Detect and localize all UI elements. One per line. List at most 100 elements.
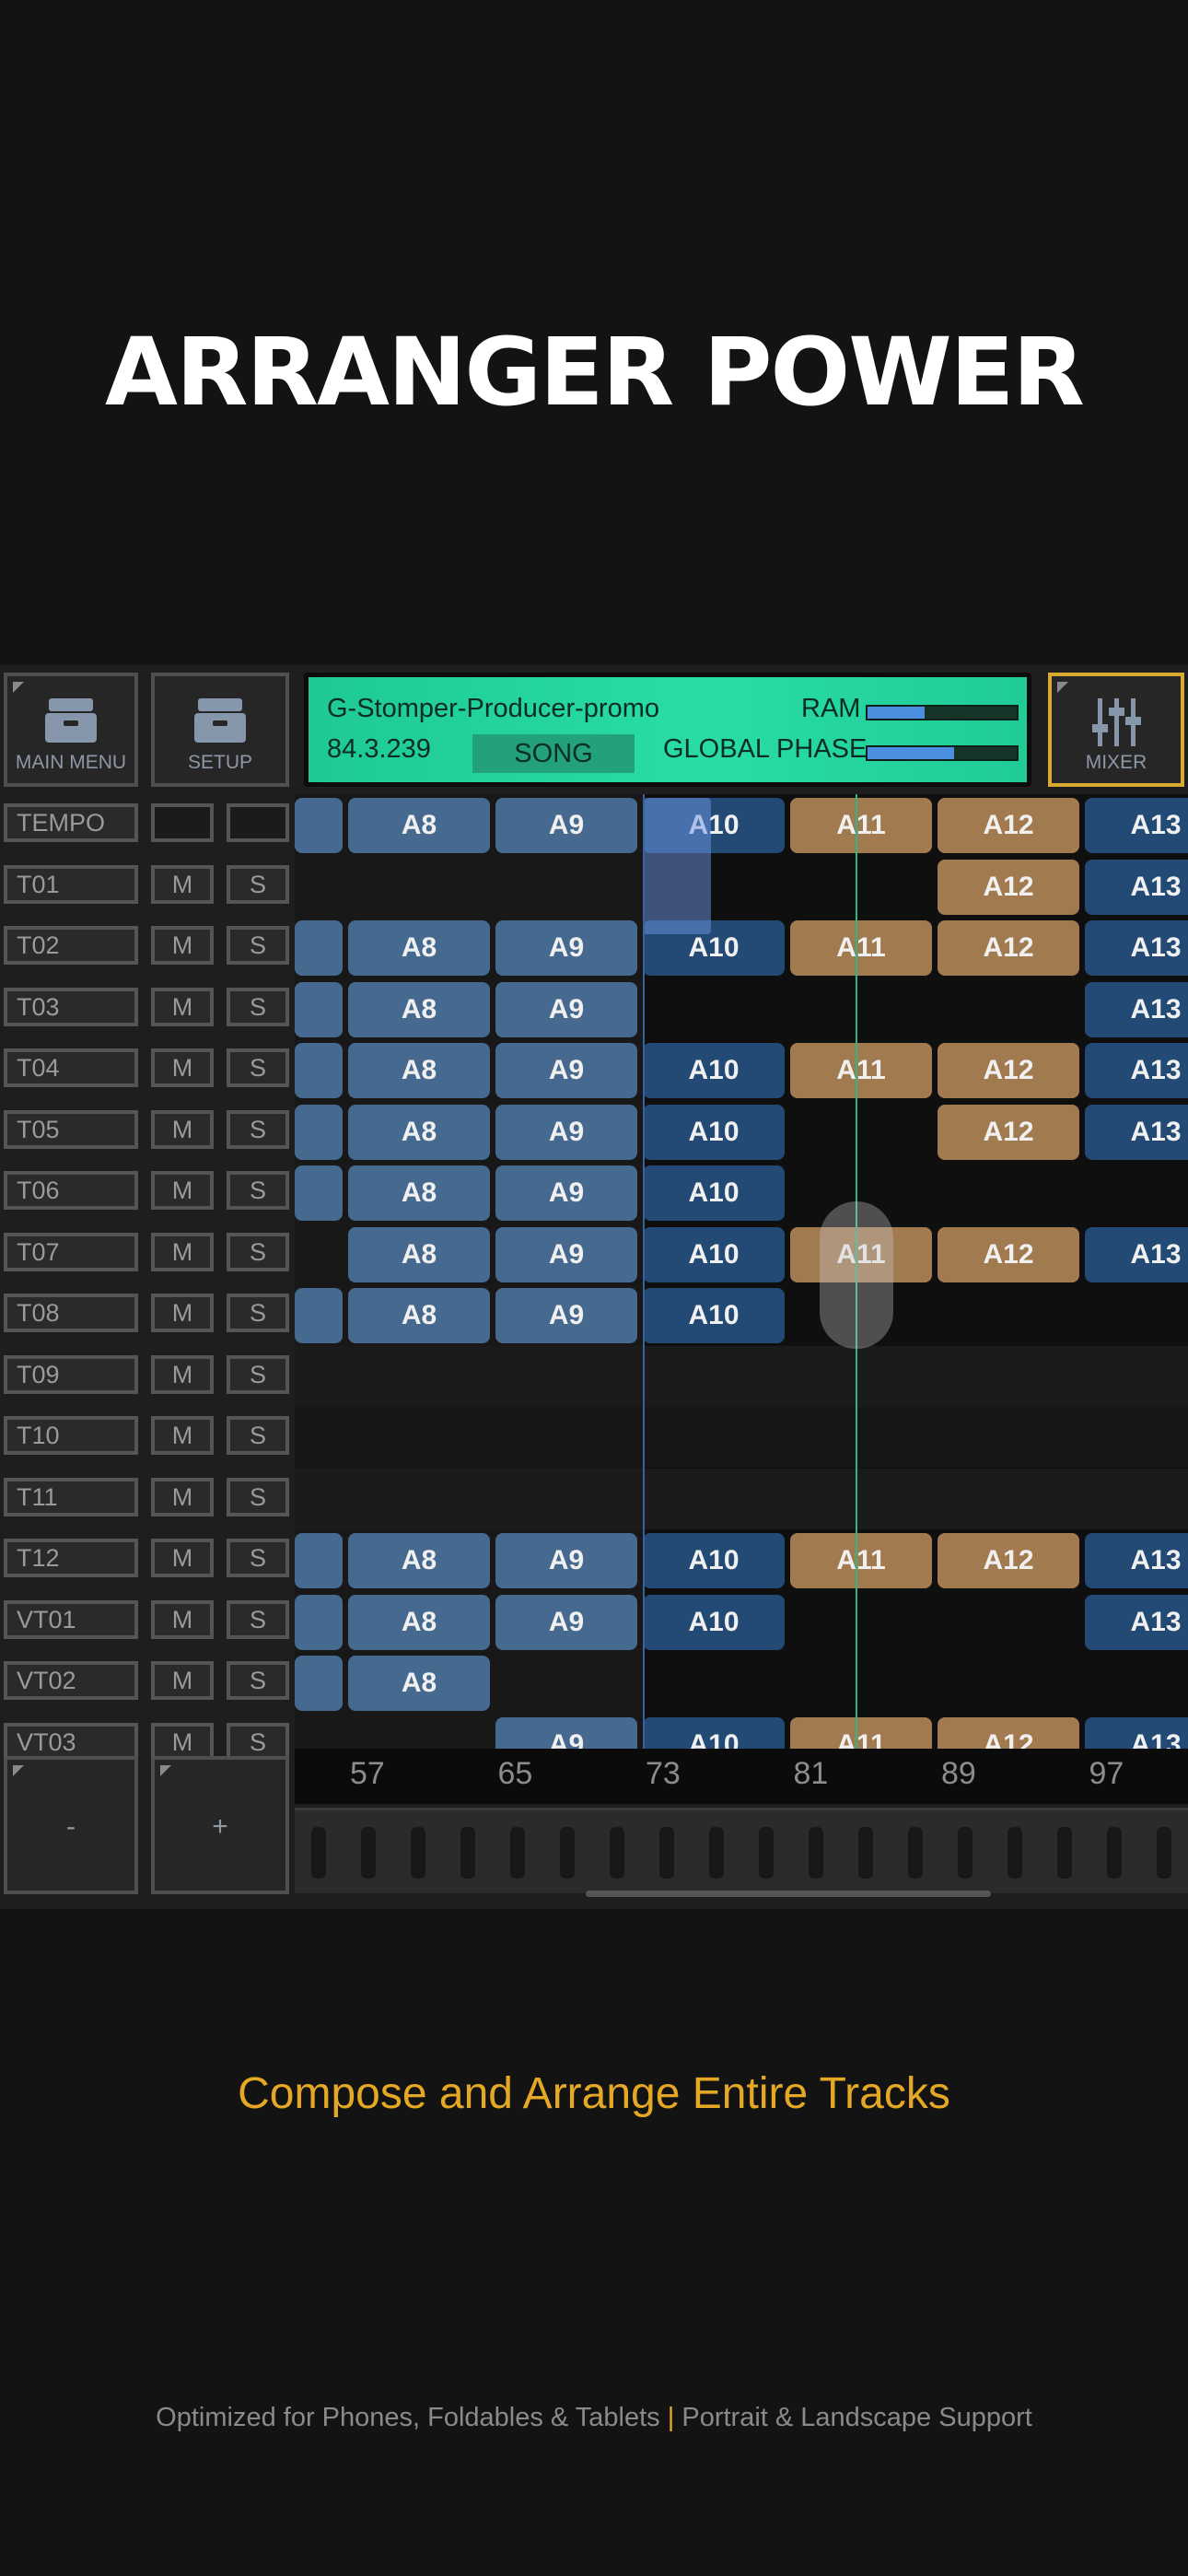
pattern-clip[interactable]: A9 (495, 1165, 637, 1221)
pattern-clip[interactable] (295, 1533, 343, 1588)
pattern-clip[interactable]: A12 (938, 920, 1079, 976)
solo-button-t10[interactable]: S (227, 1416, 289, 1455)
pattern-clip[interactable]: A12 (938, 798, 1079, 853)
setup-button[interactable]: SETUP (151, 673, 289, 787)
pattern-clip[interactable] (295, 920, 343, 976)
track-name-t12[interactable]: T12 (4, 1539, 138, 1577)
pattern-clip[interactable]: A12 (938, 1716, 1079, 1749)
solo-button-t01[interactable]: S (227, 864, 289, 904)
mute-button-t03[interactable]: M (151, 987, 214, 1026)
pattern-clip[interactable]: A8 (348, 798, 490, 853)
pattern-clip[interactable]: A12 (938, 1226, 1079, 1282)
track-name-tempo[interactable]: TEMPO (4, 803, 138, 842)
track-name-t05[interactable]: T05 (4, 1109, 138, 1149)
main-menu-button[interactable]: MAIN MENU (4, 673, 138, 787)
pattern-clip[interactable]: A10 (643, 1716, 785, 1749)
pattern-clip[interactable]: A10 (643, 1288, 785, 1343)
mute-button-t02[interactable]: M (151, 926, 214, 965)
track-name-vt02[interactable]: VT02 (4, 1661, 138, 1700)
pattern-clip[interactable]: A11 (790, 920, 932, 976)
pattern-clip[interactable]: A13 (1085, 1716, 1188, 1749)
solo-button-t12[interactable]: S (227, 1539, 289, 1577)
track-name-t08[interactable]: T08 (4, 1294, 138, 1332)
mute-button-t11[interactable]: M (151, 1477, 214, 1516)
track-name-t06[interactable]: T06 (4, 1171, 138, 1210)
track-name-vt01[interactable]: VT01 (4, 1599, 138, 1639)
pattern-clip[interactable]: A8 (348, 1594, 490, 1650)
arrangement-grid[interactable]: A8 A9 A10 A11 A12 A13 A12 A13 A8 A9 A10 A11 A12 A13 A8… (295, 794, 1188, 1749)
horizontal-scroll-wheel[interactable] (295, 1808, 1188, 1893)
pattern-clip[interactable]: A9 (495, 1288, 637, 1343)
pattern-clip[interactable]: A10 (643, 1533, 785, 1588)
mute-button-t07[interactable]: M (151, 1232, 214, 1271)
bar-ruler[interactable]: 57 65 73 81 89 97 (295, 1749, 1188, 1804)
solo-button-t11[interactable]: S (227, 1477, 289, 1516)
pattern-clip[interactable] (295, 1043, 343, 1098)
track-name-t11[interactable]: T11 (4, 1477, 138, 1516)
pattern-clip[interactable]: A8 (348, 1043, 490, 1098)
pattern-clip[interactable]: A11 (790, 1043, 932, 1098)
track-name-t09[interactable]: T09 (4, 1354, 138, 1394)
pattern-clip[interactable] (295, 1288, 343, 1343)
solo-button-vt01[interactable]: S (227, 1599, 289, 1639)
track-name-t04[interactable]: T04 (4, 1048, 138, 1087)
mute-button-t09[interactable]: M (151, 1354, 214, 1394)
pattern-clip[interactable]: A11 (790, 1716, 932, 1749)
track-name-t10[interactable]: T10 (4, 1416, 138, 1455)
pattern-clip[interactable]: A8 (348, 1656, 490, 1711)
pattern-clip[interactable]: A10 (643, 1043, 785, 1098)
pattern-clip[interactable]: A9 (495, 1594, 637, 1650)
track-name-t02[interactable]: T02 (4, 926, 138, 965)
pattern-clip[interactable]: A10 (643, 1165, 785, 1221)
pattern-clip[interactable]: A8 (348, 1288, 490, 1343)
pattern-clip[interactable]: A11 (790, 798, 932, 853)
pattern-clip[interactable]: A13 (1085, 798, 1188, 853)
mute-button-t06[interactable]: M (151, 1171, 214, 1210)
track-name-t03[interactable]: T03 (4, 987, 138, 1026)
pattern-clip[interactable]: A11 (790, 1533, 932, 1588)
mute-button-t05[interactable]: M (151, 1109, 214, 1149)
mute-button-tempo[interactable] (151, 803, 214, 842)
pattern-clip[interactable]: A10 (643, 1104, 785, 1160)
track-name-t07[interactable]: T07 (4, 1232, 138, 1271)
mute-button-t10[interactable]: M (151, 1416, 214, 1455)
pattern-clip[interactable]: A8 (348, 1165, 490, 1221)
pattern-clip[interactable] (295, 1594, 343, 1650)
pattern-clip[interactable]: A9 (495, 920, 637, 976)
zoom-in-button[interactable]: + (151, 1756, 289, 1894)
solo-button-t07[interactable]: S (227, 1232, 289, 1271)
pattern-clip[interactable] (295, 1165, 343, 1221)
pattern-clip[interactable]: A9 (495, 1043, 637, 1098)
pattern-clip[interactable]: A8 (348, 1226, 490, 1282)
pattern-clip[interactable]: A13 (1085, 1594, 1188, 1650)
solo-button-t02[interactable]: S (227, 926, 289, 965)
solo-button-t05[interactable]: S (227, 1109, 289, 1149)
track-name-t01[interactable]: T01 (4, 864, 138, 904)
solo-button-t04[interactable]: S (227, 1048, 289, 1087)
pattern-clip[interactable]: A13 (1085, 1104, 1188, 1160)
pattern-clip[interactable]: A13 (1085, 1043, 1188, 1098)
pattern-clip[interactable]: A12 (938, 859, 1079, 915)
pattern-clip[interactable] (295, 1656, 343, 1711)
selection-overlay[interactable] (643, 798, 711, 934)
pattern-clip[interactable]: A9 (495, 1104, 637, 1160)
solo-button-t09[interactable]: S (227, 1354, 289, 1394)
pattern-clip[interactable]: A8 (348, 920, 490, 976)
pattern-clip[interactable]: A13 (1085, 920, 1188, 976)
solo-button-t03[interactable]: S (227, 987, 289, 1026)
pattern-clip[interactable]: A9 (495, 798, 637, 853)
pattern-clip[interactable]: A8 (348, 1104, 490, 1160)
empty-track-row[interactable] (295, 1345, 1188, 1407)
pattern-clip[interactable]: A12 (938, 1043, 1079, 1098)
pattern-clip[interactable]: A9 (495, 1533, 637, 1588)
mute-button-vt01[interactable]: M (151, 1599, 214, 1639)
pattern-clip[interactable]: A13 (1085, 859, 1188, 915)
pattern-clip[interactable]: A9 (495, 981, 637, 1037)
mute-button-t08[interactable]: M (151, 1294, 214, 1332)
pattern-clip[interactable]: A9 (495, 1716, 637, 1749)
empty-track-row[interactable] (295, 1468, 1188, 1529)
pattern-clip[interactable]: A13 (1085, 1226, 1188, 1282)
solo-button-tempo[interactable] (227, 803, 289, 842)
solo-button-vt02[interactable]: S (227, 1661, 289, 1700)
pattern-clip[interactable]: A8 (348, 981, 490, 1037)
